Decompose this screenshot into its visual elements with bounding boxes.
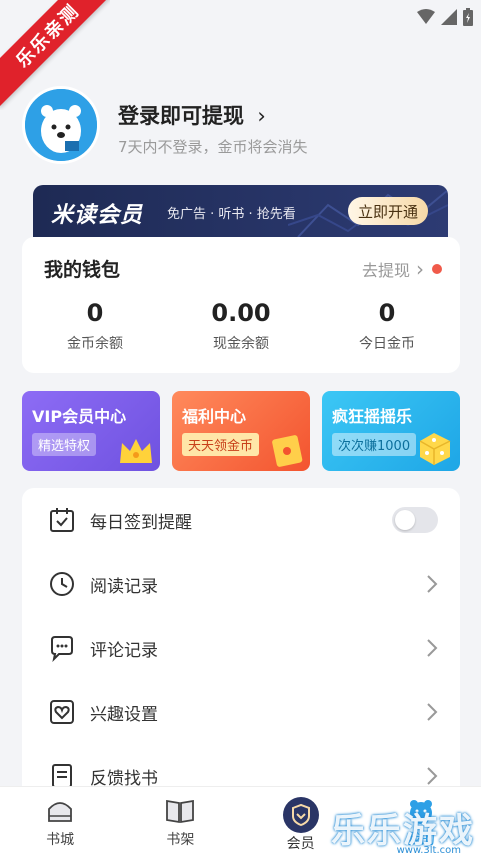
card-tag: 次次赚1000 <box>332 433 417 456</box>
feature-cards: VIP会员中心 精选特权 福利中心 天天领金币 疯狂摇摇乐 次次赚1000 <box>22 391 460 471</box>
toggle-knob <box>395 510 415 530</box>
today-coins-value: 0 <box>378 299 396 327</box>
vip-banner-description: 免广告 · 听书 · 抢先看 <box>167 207 296 222</box>
menu-label: 每日签到提醒 <box>90 512 192 533</box>
corner-ribbon-text: 乐乐亲测 <box>0 0 110 108</box>
calendar-check-icon <box>50 508 74 532</box>
clock-icon <box>50 572 74 596</box>
dice-icon <box>419 433 451 465</box>
crazy-shake-card[interactable]: 疯狂摇摇乐 次次赚1000 <box>322 391 460 471</box>
vip-banner[interactable]: 米读会员 免广告 · 听书 · 抢先看 立即开通 <box>33 185 448 237</box>
coin-balance[interactable]: 0 金币余额 <box>22 299 168 353</box>
menu-item-reading-history[interactable]: 阅读记录 <box>22 552 460 616</box>
bookshelf-icon <box>166 799 195 824</box>
login-title-text: 登录即可提现 <box>118 104 244 128</box>
battery-icon <box>463 8 473 26</box>
corner-ribbon: 乐乐亲测 <box>0 0 110 110</box>
vip-banner-title: 米读会员 <box>51 203 144 228</box>
card-tag: 天天领金币 <box>182 433 260 456</box>
today-coins[interactable]: 0 今日金币 <box>314 299 460 353</box>
tab-label: 书城 <box>46 832 75 848</box>
watermark-url: www.3lt.com <box>396 845 461 856</box>
login-subtitle: 7天内不登录，金币将会消失 <box>118 138 308 156</box>
open-vip-button[interactable]: 立即开通 <box>347 197 428 225</box>
login-title[interactable]: 登录即可提现 › <box>118 100 266 130</box>
chevron-right-icon <box>427 639 438 657</box>
menu-label: 阅读记录 <box>90 576 158 597</box>
menu-label: 反馈找书 <box>90 768 158 789</box>
daily-checkin-toggle[interactable] <box>392 507 438 533</box>
withdraw-link[interactable]: 去提现 › <box>362 257 442 281</box>
today-coins-label: 今日金币 <box>359 336 415 352</box>
bookstore-icon <box>48 802 73 822</box>
cash-balance-label: 现金余额 <box>213 336 269 352</box>
withdraw-label: 去提现 <box>361 261 410 280</box>
tab-label: 会员 <box>286 836 315 852</box>
menu-label: 兴趣设置 <box>90 704 158 725</box>
menu-item-interest-settings[interactable]: 兴趣设置 <box>22 680 460 744</box>
wallet-title: 我的钱包 <box>44 259 121 281</box>
signal-icon <box>441 9 457 25</box>
menu-item-daily-checkin[interactable]: 每日签到提醒 <box>22 488 460 552</box>
cash-balance-value: 0.00 <box>211 299 271 327</box>
vip-shield-icon <box>282 797 319 833</box>
chevron-right-icon: › <box>416 257 424 281</box>
wallet-card: 我的钱包 去提现 › 0 金币余额 0.00 现金余额 0 今日金币 <box>22 237 460 373</box>
red-envelope-icon <box>272 435 303 467</box>
tab-bookstore[interactable]: 书城 <box>0 787 120 856</box>
coin-balance-value: 0 <box>86 299 104 327</box>
chevron-right-icon <box>427 703 438 721</box>
crown-icon <box>120 439 152 463</box>
chevron-right-icon <box>427 767 438 785</box>
wallet-balances: 0 金币余额 0.00 现金余额 0 今日金币 <box>22 299 460 353</box>
chevron-right-icon <box>427 575 438 593</box>
card-tag: 精选特权 <box>32 433 97 456</box>
tab-label: 书架 <box>166 832 195 848</box>
menu-item-comment-history[interactable]: 评论记录 <box>22 616 460 680</box>
card-title: 福利中心 <box>182 407 247 426</box>
cash-balance[interactable]: 0.00 现金余额 <box>168 299 314 353</box>
welfare-center-card[interactable]: 福利中心 天天领金币 <box>172 391 310 471</box>
settings-menu: 每日签到提醒 阅读记录 评论记录 兴趣设置 反馈找书 <box>22 488 460 789</box>
menu-label: 评论记录 <box>90 640 158 661</box>
chevron-right-icon: › <box>257 104 266 128</box>
notification-dot <box>432 264 442 274</box>
tab-bookshelf[interactable]: 书架 <box>120 787 240 856</box>
heart-icon <box>50 700 74 724</box>
card-title: VIP会员中心 <box>32 407 127 426</box>
card-title: 疯狂摇摇乐 <box>332 407 413 426</box>
vip-center-card[interactable]: VIP会员中心 精选特权 <box>22 391 160 471</box>
comment-icon <box>51 636 73 662</box>
coin-balance-label: 金币余额 <box>67 336 123 352</box>
wifi-icon <box>417 9 435 24</box>
status-icons <box>417 8 473 26</box>
